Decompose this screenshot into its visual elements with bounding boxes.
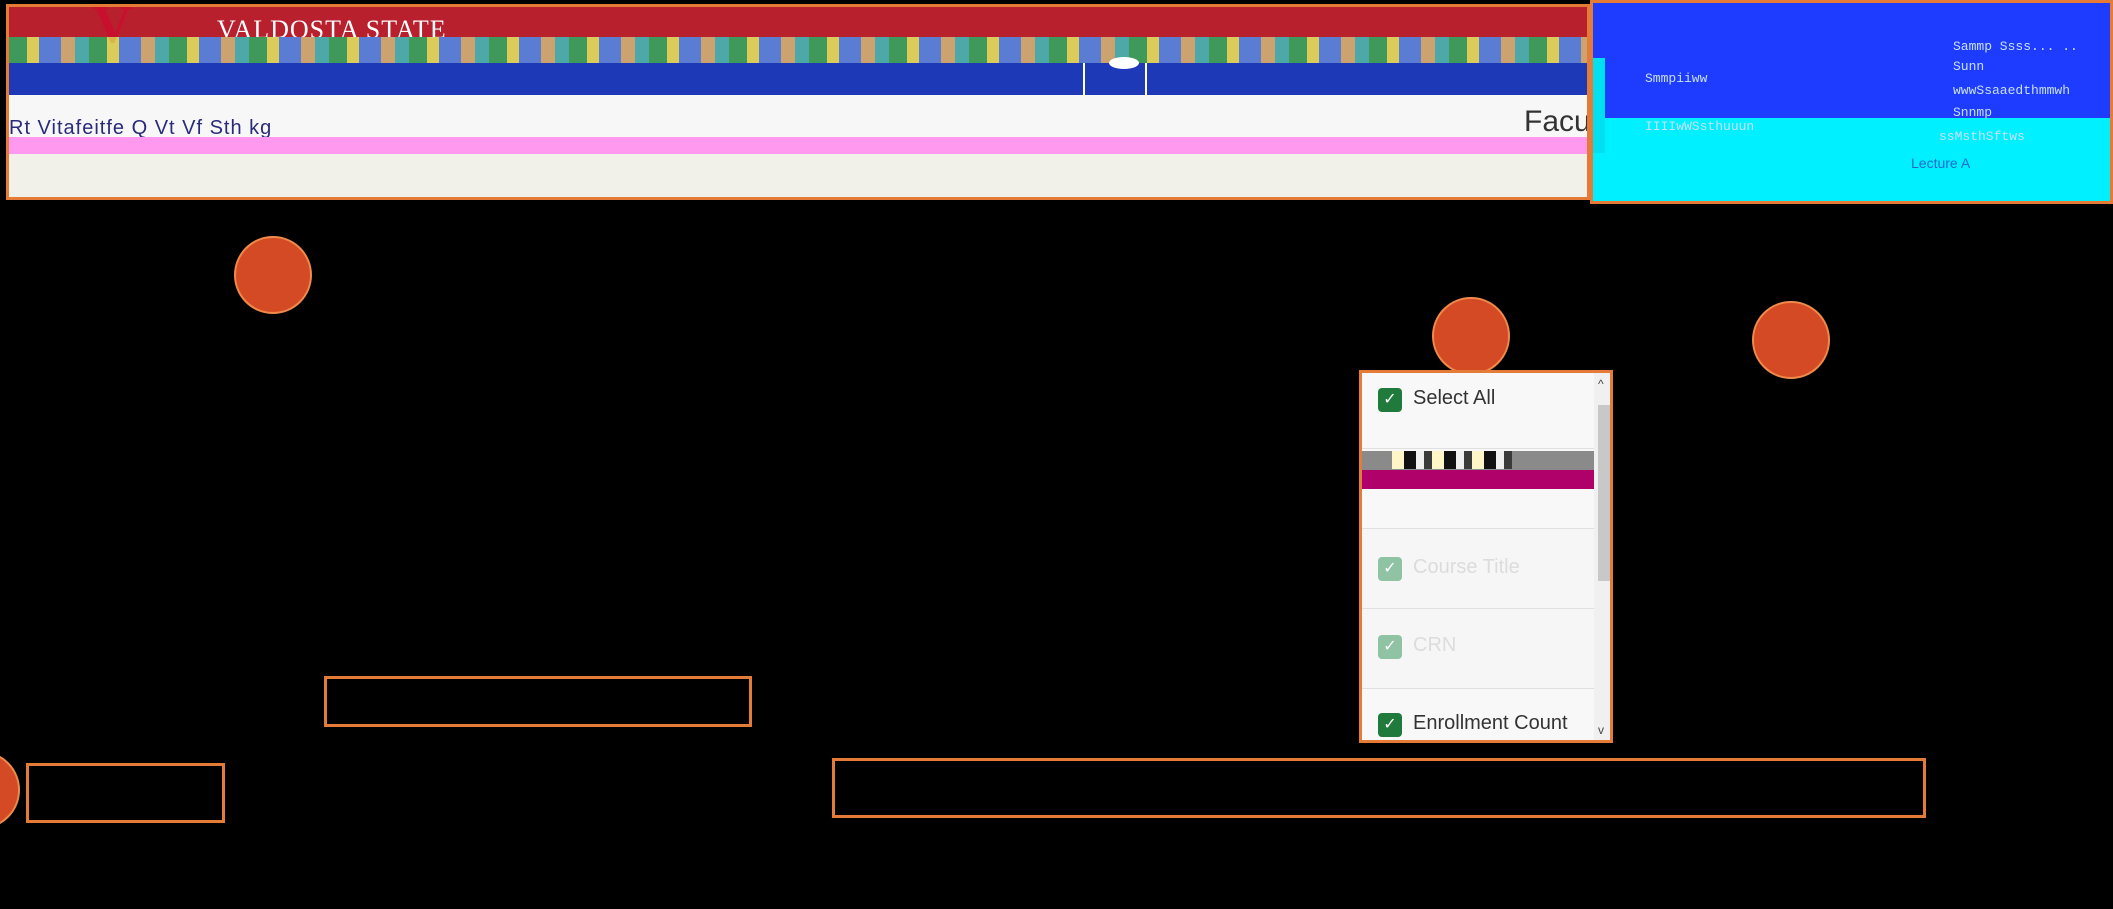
highlight-box: [26, 763, 225, 823]
side-info-panel: Smmpiiww IIIIwWSsthuuun Sammp Ssss... ..…: [1590, 0, 2113, 204]
panel-cyan-edge: [1593, 58, 1605, 153]
panel-line: Sammp Ssss... ..: [1953, 39, 2078, 54]
checkbox-checked-icon[interactable]: ✓: [1378, 388, 1402, 412]
dropdown-item-course-title: ✓ Course Title: [1362, 529, 1594, 609]
nav-separator: [1083, 63, 1085, 95]
highlight-box: [832, 758, 1926, 818]
dropdown-item-label: CRN: [1413, 634, 1457, 656]
dropdown-item-label: Enrollment Count: [1413, 712, 1568, 734]
page-title: Facu: [1524, 105, 1590, 138]
dropdown-item-crn: ✓ CRN: [1362, 609, 1594, 689]
panel-line: ssMsthSftws: [1939, 129, 2025, 144]
lecture-link[interactable]: Lecture A: [1911, 155, 1970, 171]
header-photo-strip: [9, 37, 1587, 63]
highlight-band: [9, 137, 1587, 154]
scroll-up-icon[interactable]: ^: [1598, 377, 1604, 391]
header-bottom-area: [9, 154, 1587, 197]
dropdown-scrollbar-thumb[interactable]: [1598, 405, 1610, 581]
dropdown-item-enrollment-count[interactable]: ✓ Enrollment Count: [1362, 689, 1594, 740]
checkbox-checked-icon: ✓: [1378, 635, 1402, 659]
nav-separator: [1145, 63, 1147, 95]
glitched-row-pixels: [1392, 451, 1512, 469]
panel-line: wwwSsaaedthmmwh: [1953, 83, 2071, 98]
checkbox-checked-icon: ✓: [1378, 557, 1402, 581]
panel-line: Sunn: [1953, 59, 1985, 74]
dropdown-item-label: Course Title: [1413, 556, 1520, 578]
marker-circle: [0, 751, 20, 829]
scroll-down-icon[interactable]: v: [1598, 723, 1604, 737]
panel-line: Snnmp: [1953, 105, 1993, 120]
highlight-box: [324, 676, 752, 727]
column-select-dropdown[interactable]: ✓ Select All ✓ Course Title ✓ CRN ✓ Enro…: [1359, 370, 1613, 743]
panel-line: Smmpiiww: [1645, 71, 1708, 86]
main-nav-bar[interactable]: [9, 63, 1587, 95]
dropdown-item-select-all[interactable]: ✓ Select All: [1362, 373, 1594, 449]
panel-line: IIIIwWSsthuuun: [1645, 119, 1755, 134]
checkbox-checked-icon[interactable]: ✓: [1378, 713, 1402, 737]
marker-circle: [1752, 301, 1830, 379]
marker-circle: [234, 236, 312, 314]
site-header-frame: V VALDOSTA STATE Rt Vitafeitfe Q Vt Vf S…: [6, 4, 1590, 200]
nav-oval-icon: [1109, 57, 1139, 69]
dropdown-item-label: Select All: [1413, 387, 1496, 409]
marker-circle: [1432, 297, 1510, 375]
